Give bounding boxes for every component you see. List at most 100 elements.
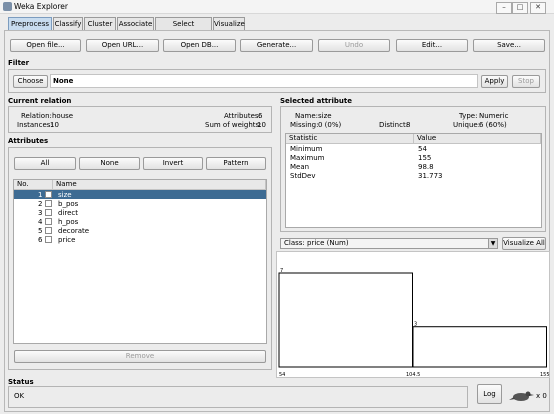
tab-cluster[interactable]: Cluster [84, 17, 116, 30]
attr-missing-label: Missing: [290, 121, 319, 129]
column-header-statistic[interactable]: Statistic [286, 134, 414, 144]
bar-count-label: 7 [280, 268, 283, 274]
attr-name-value: size [318, 112, 332, 120]
current-relation-title: Current relation [8, 97, 72, 105]
column-header-name[interactable]: Name [53, 180, 266, 190]
row-number: 5 [38, 227, 43, 235]
table-row[interactable]: StdDev 31.773 [286, 171, 541, 180]
status-message: OK [14, 392, 25, 400]
x-tick-label-max: 155 [540, 372, 550, 378]
row-checkbox[interactable] [45, 218, 52, 225]
column-header-no[interactable]: No. [14, 180, 53, 190]
stop-filter-button[interactable]: Stop [512, 75, 540, 88]
row-number: 3 [38, 209, 43, 217]
open-db-button[interactable]: Open DB... [163, 39, 236, 52]
statistic-value: 98.8 [418, 163, 434, 171]
tab-classify[interactable]: Classify [53, 17, 83, 30]
attr-unique-value: 6 (60%) [479, 121, 507, 129]
row-checkbox[interactable] [45, 209, 52, 216]
tab-associate[interactable]: Associate [117, 17, 154, 30]
attr-unique-label: Unique: [453, 121, 481, 129]
undo-button[interactable]: Undo [318, 39, 390, 52]
filter-value-field[interactable]: None [50, 74, 478, 88]
window-title: Weka Explorer [14, 2, 69, 11]
open-url-button[interactable]: Open URL... [86, 39, 159, 52]
attributes-table: No. Name 1 size 2 b_pos 3 direct 4 h_pos… [13, 179, 267, 344]
table-row[interactable]: Minimum 54 [286, 144, 541, 153]
row-checkbox[interactable] [45, 236, 52, 243]
invert-selection-button[interactable]: Invert [143, 157, 203, 170]
table-row[interactable]: 6 price [14, 235, 266, 244]
table-row[interactable]: 5 decorate [14, 226, 266, 235]
open-file-button[interactable]: Open file... [10, 39, 81, 52]
tab-select-attributes[interactable]: Select attributes [155, 17, 212, 40]
statistic-value: 31.773 [418, 172, 443, 180]
edit-button[interactable]: Edit... [396, 39, 468, 52]
tab-preprocess[interactable]: Preprocess [8, 17, 52, 30]
instances-label: Instances: [17, 121, 53, 129]
table-row[interactable]: 2 b_pos [14, 199, 266, 208]
window-titlebar: Weka Explorer – □ ✕ [0, 0, 554, 14]
attribute-name: size [58, 191, 72, 199]
histogram-bar [412, 326, 547, 368]
attributes-count-value: 6 [258, 112, 263, 120]
attribute-name: decorate [58, 227, 90, 235]
choose-filter-button[interactable]: Choose [13, 75, 48, 88]
minimize-button[interactable]: – [496, 2, 512, 14]
attribute-name: b_pos [58, 200, 79, 208]
row-checkbox[interactable] [45, 200, 52, 207]
apply-filter-button[interactable]: Apply [481, 75, 508, 88]
select-all-button[interactable]: All [14, 157, 76, 170]
pattern-button[interactable]: Pattern [206, 157, 266, 170]
filter-section-title: Filter [8, 59, 30, 67]
row-number: 1 [38, 191, 43, 199]
relation-label: Relation: [21, 112, 52, 120]
status-panel [8, 386, 468, 408]
statistics-table: Statistic Value Minimum 54 Maximum 155 M… [285, 133, 542, 228]
table-row[interactable]: 1 size [14, 190, 266, 199]
remove-attributes-button[interactable]: Remove [14, 350, 266, 363]
relation-value: house [52, 112, 74, 120]
histogram-bar [278, 272, 413, 368]
row-checkbox[interactable] [45, 191, 52, 198]
weka-bird-icon[interactable] [509, 389, 535, 403]
sum-weights-value: 10 [257, 121, 266, 129]
row-number: 2 [38, 200, 43, 208]
visualize-all-button[interactable]: Visualize All [502, 237, 546, 250]
save-button[interactable]: Save... [473, 39, 545, 52]
select-none-button[interactable]: None [79, 157, 140, 170]
task-count: x 0 [536, 392, 547, 400]
row-number: 6 [38, 236, 43, 244]
x-tick-label-mid: 104.5 [406, 372, 421, 378]
attr-type-value: Numeric [479, 112, 509, 120]
attr-name-label: Name: [295, 112, 319, 120]
x-tick-label-min: 54 [279, 372, 286, 378]
attr-type-label: Type: [459, 112, 478, 120]
class-attribute-select[interactable]: Class: price (Num) ▼ [280, 238, 498, 249]
table-row[interactable]: Mean 98.8 [286, 162, 541, 171]
status-section-title: Status [8, 378, 34, 386]
sum-weights-label: Sum of weights: [205, 121, 262, 129]
weka-app-icon [3, 2, 12, 11]
statistic-name: StdDev [290, 172, 316, 180]
close-button[interactable]: ✕ [530, 2, 546, 14]
table-row[interactable]: 4 h_pos [14, 217, 266, 226]
table-row[interactable]: Maximum 155 [286, 153, 541, 162]
attr-missing-value: 0 (0%) [318, 121, 342, 129]
chevron-down-icon[interactable]: ▼ [488, 239, 497, 248]
tab-visualize[interactable]: Visualize [213, 17, 245, 30]
attr-distinct-value: 8 [406, 121, 411, 129]
attribute-name: price [58, 236, 76, 244]
table-row[interactable]: 3 direct [14, 208, 266, 217]
log-button[interactable]: Log [477, 384, 502, 404]
attribute-name: h_pos [58, 218, 79, 226]
column-header-value[interactable]: Value [414, 134, 541, 144]
row-checkbox[interactable] [45, 227, 52, 234]
statistic-value: 155 [418, 154, 432, 162]
maximize-button[interactable]: □ [512, 2, 528, 14]
statistic-value: 54 [418, 145, 427, 153]
attributes-section-title: Attributes [8, 137, 49, 145]
attributes-count-label: Attributes: [224, 112, 261, 120]
bar-count-label: 3 [414, 322, 417, 328]
generate-button[interactable]: Generate... [240, 39, 313, 52]
